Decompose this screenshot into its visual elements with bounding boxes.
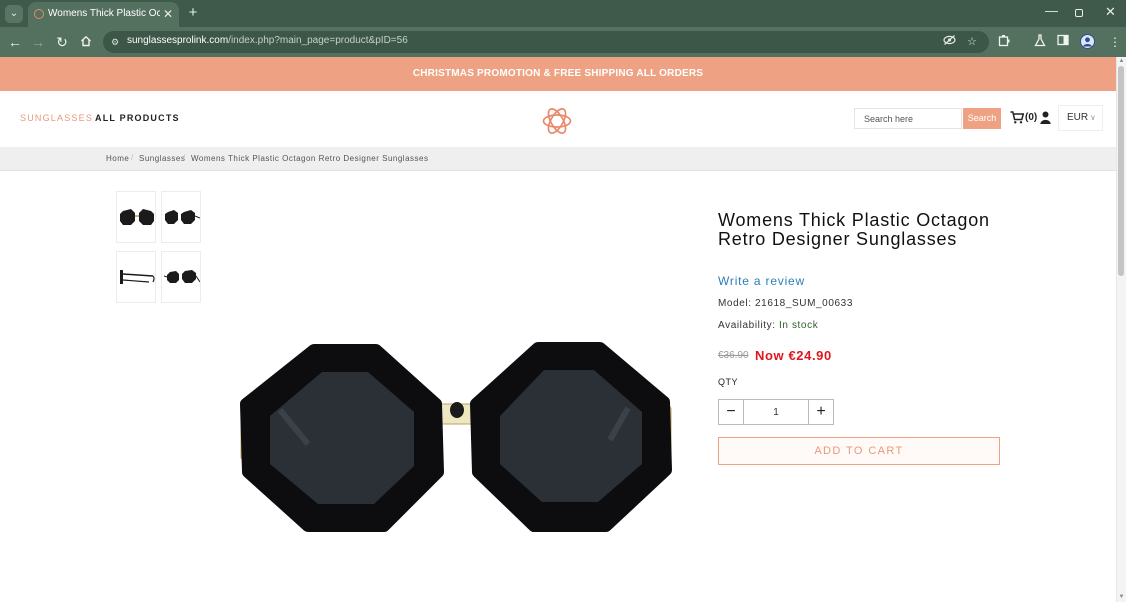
search-button[interactable]: Search xyxy=(963,108,1001,129)
add-to-cart-button[interactable]: ADD TO CART xyxy=(718,437,1000,465)
model-label: Model: xyxy=(718,298,752,309)
model-value: 21618_SUM_00633 xyxy=(755,298,853,309)
star-icon[interactable]: ☆ xyxy=(967,34,977,50)
cart-count: (0) xyxy=(1025,112,1038,123)
product-thumbnail[interactable] xyxy=(161,191,201,243)
nav-all-products[interactable]: ALL PRODUCTS xyxy=(95,113,180,123)
product-thumbnail[interactable] xyxy=(161,251,201,303)
minimize-icon[interactable]: — xyxy=(1045,3,1058,18)
breadcrumb-current: Womens Thick Plastic Octagon Retro Desig… xyxy=(191,154,429,163)
old-price: €36.90 xyxy=(718,350,749,361)
home-icon[interactable] xyxy=(77,32,95,52)
window-close-icon[interactable]: ✕ xyxy=(1105,4,1116,20)
user-icon[interactable] xyxy=(1040,111,1051,124)
qty-input[interactable] xyxy=(744,399,808,425)
search-input[interactable] xyxy=(854,108,962,129)
availability-value: In stock xyxy=(779,320,819,331)
sale-price: Now €24.90 xyxy=(755,348,832,363)
arrow-right-icon[interactable]: → xyxy=(29,32,47,52)
plus-icon[interactable]: + xyxy=(186,4,200,22)
qty-decrease-button[interactable]: − xyxy=(718,399,744,425)
breadcrumb-sunglasses[interactable]: Sunglasses xyxy=(139,154,185,163)
availability-label: Availability: xyxy=(718,320,776,331)
browser-tabstrip: ⌄ Womens Thick Plastic Octagon Retro Des… xyxy=(0,0,1126,27)
breadcrumb: Home / Sunglasses / Womens Thick Plastic… xyxy=(0,147,1116,171)
nav-sunglasses[interactable]: SUNGLASSES xyxy=(20,113,93,123)
site-logo[interactable] xyxy=(541,105,573,137)
product-thumbnail[interactable] xyxy=(116,251,156,303)
chevron-down-icon: ∨ xyxy=(1090,113,1096,122)
profile-icon[interactable] xyxy=(1080,34,1095,49)
side-panel-icon[interactable] xyxy=(1057,34,1069,50)
tune-icon[interactable]: ⚙ xyxy=(109,36,121,48)
address-bar[interactable]: ⚙ sunglassesprolink.com/index.php?main_p… xyxy=(103,31,989,53)
product-thumbnail[interactable] xyxy=(116,191,156,243)
maximize-icon[interactable] xyxy=(1075,9,1083,17)
arrow-left-icon[interactable]: ← xyxy=(6,32,24,52)
browser-tab[interactable]: Womens Thick Plastic Octagon Retro Desig… xyxy=(28,2,179,27)
more-vert-icon[interactable]: ⋮ xyxy=(1109,34,1121,50)
breadcrumb-separator: / xyxy=(131,153,134,162)
puzzle-icon[interactable] xyxy=(998,34,1011,51)
scroll-up-icon[interactable]: ▲ xyxy=(1117,57,1126,65)
scroll-down-icon[interactable]: ▼ xyxy=(1117,593,1126,601)
currency-select[interactable]: EUR ∨ xyxy=(1058,105,1103,131)
product-title: Womens Thick Plastic Octagon Retro Desig… xyxy=(718,210,990,249)
reload-icon[interactable]: ↻ xyxy=(53,32,71,52)
scrollbar-thumb[interactable] xyxy=(1118,66,1124,276)
favicon-icon xyxy=(34,9,44,19)
browser-toolbar: ← → ↻ ⚙ sunglassesprolink.com/index.php?… xyxy=(0,27,1126,57)
product-model: Model: 21618_SUM_00633 xyxy=(718,298,853,309)
cart-icon xyxy=(1010,111,1024,124)
site-header: SUNGLASSES ALL PRODUCTS Search (0) EUR ∨ xyxy=(0,91,1116,147)
qty-increase-button[interactable]: + xyxy=(808,399,834,425)
flask-icon[interactable] xyxy=(1034,34,1046,51)
breadcrumb-home[interactable]: Home xyxy=(106,154,129,163)
url-text: sunglassesprolink.com/index.php?main_pag… xyxy=(127,35,408,46)
close-icon[interactable]: ✕ xyxy=(163,7,173,21)
promo-banner: CHRISTMAS PROMOTION & FREE SHIPPING ALL … xyxy=(0,57,1116,91)
write-review-link[interactable]: Write a review xyxy=(718,274,805,288)
breadcrumb-separator: / xyxy=(183,153,186,162)
product-main-image[interactable] xyxy=(238,336,674,540)
qty-label: QTY xyxy=(718,377,739,387)
eye-off-icon[interactable] xyxy=(943,34,956,51)
tab-title: Womens Thick Plastic Octagon Retro Desig… xyxy=(48,8,160,19)
chevron-down-icon[interactable]: ⌄ xyxy=(5,5,23,23)
currency-value: EUR xyxy=(1067,112,1089,123)
product-availability: Availability: In stock xyxy=(718,320,818,331)
